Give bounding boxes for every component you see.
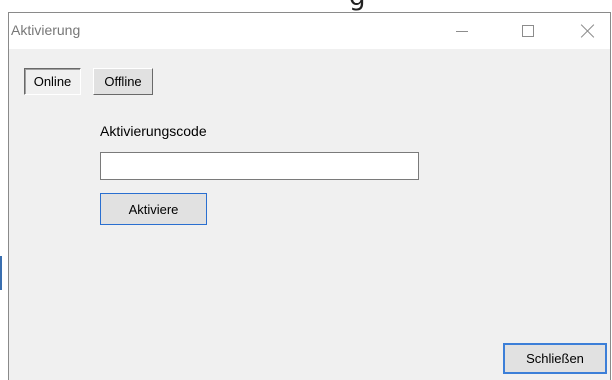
background-text-fragment: g xyxy=(349,0,366,12)
background-strip: g xyxy=(0,0,612,12)
tab-offline[interactable]: Offline xyxy=(93,68,153,95)
maximize-icon xyxy=(522,25,534,37)
close-button[interactable]: Schließen xyxy=(503,343,607,374)
activate-button[interactable]: Aktiviere xyxy=(100,193,207,225)
close-icon xyxy=(581,24,595,38)
maximize-button[interactable] xyxy=(505,13,551,49)
activation-code-label: Aktivierungscode xyxy=(100,123,207,139)
tab-online[interactable]: Online xyxy=(24,68,81,95)
minimize-button[interactable] xyxy=(439,13,485,49)
activation-code-input[interactable] xyxy=(100,152,419,180)
close-window-button[interactable] xyxy=(565,13,611,49)
minimize-icon xyxy=(456,30,468,32)
background-window-edge xyxy=(0,256,2,290)
activation-dialog: Aktivierung Online Offline Aktivierungsc… xyxy=(8,12,611,380)
window-title: Aktivierung xyxy=(11,22,81,38)
title-bar[interactable]: Aktivierung xyxy=(9,13,610,49)
